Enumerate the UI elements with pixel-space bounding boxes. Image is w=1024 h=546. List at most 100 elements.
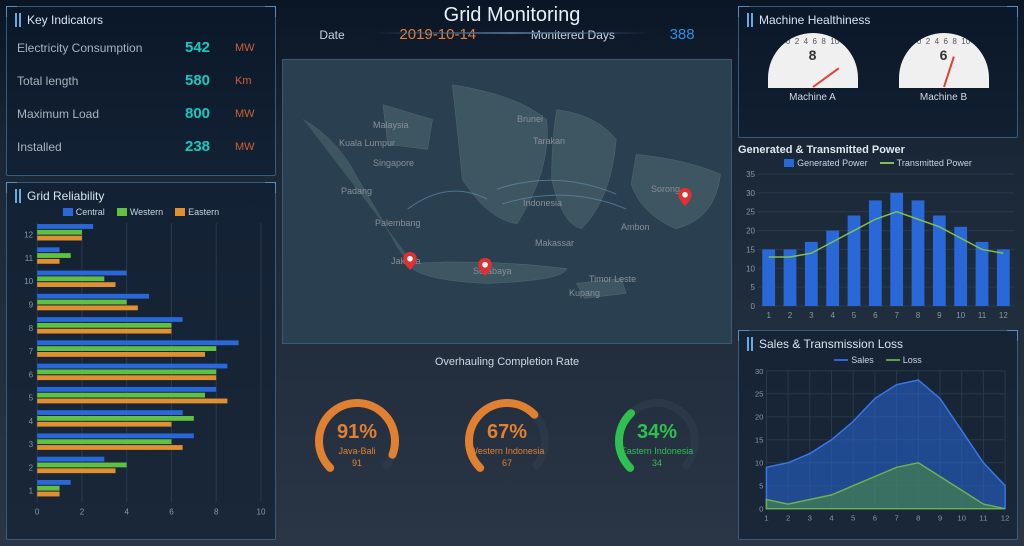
svg-text:25: 25 <box>755 390 764 399</box>
power-chart: 05101520253035123456789101112 <box>738 170 1018 320</box>
legend-label: Loss <box>903 355 922 365</box>
key-indicators-panel: Key Indicators Electricity Consumption 5… <box>6 6 276 176</box>
reliability-legend: Central Western Eastern <box>15 207 267 217</box>
svg-text:6: 6 <box>873 513 877 522</box>
svg-text:10: 10 <box>956 311 965 320</box>
indicator-row: Total length 580 Km <box>15 64 267 97</box>
indicator-value: 542 <box>185 39 235 56</box>
svg-text:6: 6 <box>873 311 878 320</box>
svg-text:8: 8 <box>29 324 34 333</box>
svg-text:1: 1 <box>29 487 34 496</box>
legend-label: Transmitted Power <box>897 158 972 168</box>
svg-text:6: 6 <box>169 507 174 516</box>
svg-text:10: 10 <box>957 513 966 522</box>
indicator-unit: Km <box>235 75 265 87</box>
svg-text:3: 3 <box>29 440 34 449</box>
svg-text:6: 6 <box>29 370 34 379</box>
sales-loss-panel: Sales & Transmission Loss Sales Loss 051… <box>738 330 1018 540</box>
gauge-value: 6 <box>899 47 989 63</box>
indicator-unit: MW <box>235 108 265 120</box>
machine-gauge: 0 2 4 6 8 10 8 Machine A <box>768 33 858 103</box>
svg-text:8: 8 <box>916 311 921 320</box>
page-title: Grid Monitoring <box>444 4 581 27</box>
legend-label: Eastern <box>188 207 219 217</box>
legend-label: Sales <box>851 355 874 365</box>
title-bars-icon <box>747 13 753 27</box>
svg-text:7: 7 <box>29 347 34 356</box>
indicator-label: Electricity Consumption <box>17 41 185 55</box>
indicator-value: 238 <box>185 138 235 155</box>
machine-health-panel: Machine Healthiness 0 2 4 6 8 10 8 Machi… <box>738 6 1018 138</box>
indicator-row: Maximum Load 800 MW <box>15 97 267 130</box>
svg-text:Western Indonesia: Western Indonesia <box>470 446 545 456</box>
indicator-label: Installed <box>17 140 185 154</box>
svg-text:7: 7 <box>894 513 898 522</box>
map-label: Malaysia <box>373 120 409 130</box>
svg-text:5: 5 <box>852 311 857 320</box>
svg-text:11: 11 <box>25 254 34 263</box>
svg-text:20: 20 <box>746 227 755 236</box>
svg-text:34: 34 <box>652 458 662 468</box>
sales-legend: Sales Loss <box>747 355 1009 365</box>
svg-text:5: 5 <box>759 482 763 491</box>
indicator-unit: MW <box>235 42 265 54</box>
map-label: Sorong <box>651 184 680 194</box>
days-value: 388 <box>670 26 695 43</box>
svg-text:15: 15 <box>755 436 764 445</box>
svg-text:Eastern Indonesia: Eastern Indonesia <box>621 446 694 456</box>
svg-text:4: 4 <box>124 507 129 516</box>
svg-text:7: 7 <box>894 311 899 320</box>
map-marker-icon[interactable] <box>403 252 417 270</box>
svg-text:1: 1 <box>764 513 768 522</box>
svg-text:10: 10 <box>256 507 265 516</box>
map-marker-icon[interactable] <box>678 188 692 206</box>
panel-title: Machine Healthiness <box>747 13 1009 27</box>
power-title: Generated & Transmitted Power <box>738 144 1018 156</box>
svg-text:10: 10 <box>24 277 33 286</box>
svg-text:0: 0 <box>751 302 756 311</box>
map-label: Brunei <box>517 114 543 124</box>
svg-text:25: 25 <box>746 208 755 217</box>
panel-title: Grid Reliability <box>15 189 267 203</box>
panel-title: Sales & Transmission Loss <box>747 337 1009 351</box>
svg-text:4: 4 <box>29 417 34 426</box>
svg-text:34%: 34% <box>637 421 677 443</box>
date-value: 2019-10-14 <box>399 26 476 43</box>
indicator-row: Installed 238 MW <box>15 130 267 163</box>
title-bars-icon <box>15 189 21 203</box>
svg-text:8: 8 <box>214 507 219 516</box>
svg-text:Java-Bali: Java-Bali <box>338 446 375 456</box>
map-label: Kuala Lumpur <box>339 138 395 148</box>
map-label: Ambon <box>621 222 650 232</box>
title-bars-icon <box>15 13 21 27</box>
svg-text:91: 91 <box>352 458 362 468</box>
title-bars-icon <box>747 337 753 351</box>
overhaul-panel: Overhauling Completion Rate 91% Java-Bal… <box>282 350 732 493</box>
svg-text:30: 30 <box>746 189 755 198</box>
reliability-chart: 0246810123456789101112 <box>15 219 267 516</box>
svg-text:12: 12 <box>1001 513 1009 522</box>
power-legend: Generated Power Transmitted Power <box>738 158 1018 168</box>
svg-text:11: 11 <box>979 513 987 522</box>
svg-text:20: 20 <box>755 413 764 422</box>
indicator-row: Electricity Consumption 542 MW <box>15 31 267 64</box>
svg-text:67: 67 <box>502 458 512 468</box>
map-panel[interactable]: MalaysiaBruneiKuala LumpurSingaporePadan… <box>282 59 732 344</box>
machine-name: Machine B <box>899 92 989 103</box>
legend-label: Central <box>76 207 105 217</box>
indicators-title: Key Indicators <box>27 13 103 27</box>
svg-text:5: 5 <box>851 513 855 522</box>
svg-text:91%: 91% <box>337 421 377 443</box>
indicator-label: Maximum Load <box>17 107 185 121</box>
svg-text:30: 30 <box>755 367 764 376</box>
map-label: Palembang <box>375 218 421 228</box>
indicator-value: 580 <box>185 72 235 89</box>
map-marker-icon[interactable] <box>478 258 492 276</box>
svg-text:2: 2 <box>80 507 85 516</box>
map-label: Tarakan <box>533 136 565 146</box>
sales-loss-chart: 051015202530123456789101112 <box>747 367 1009 522</box>
svg-text:12: 12 <box>24 231 33 240</box>
map-label: Timor Leste <box>589 274 636 284</box>
svg-text:12: 12 <box>999 311 1008 320</box>
date-label: Date <box>319 28 344 42</box>
